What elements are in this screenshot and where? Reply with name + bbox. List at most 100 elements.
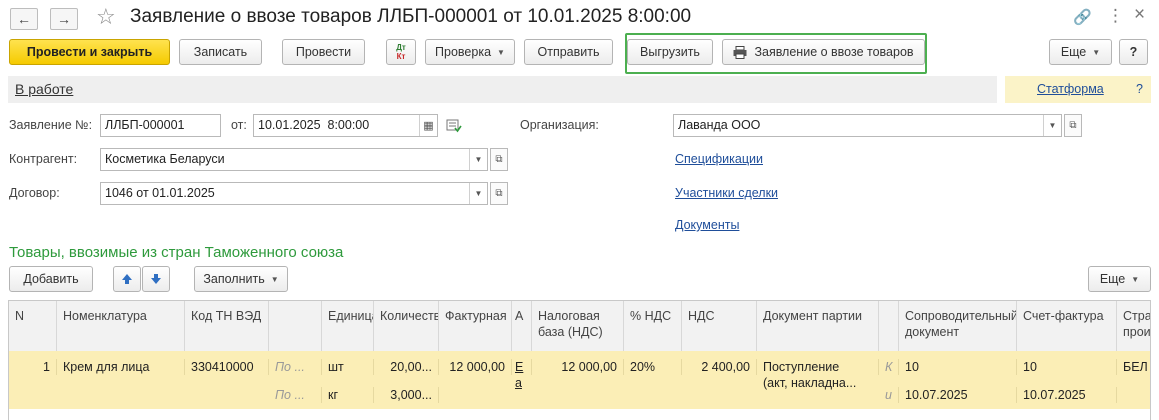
col-header-blank[interactable] (269, 301, 322, 351)
col-header-unit[interactable]: Единица (322, 301, 374, 351)
col-header-tax-base[interactable]: Налоговая база (НДС) (532, 301, 624, 351)
col-header-accomp-doc[interactable]: Сопроводительный документ (899, 301, 1017, 351)
cell-invoice-num[interactable]: 10 (1017, 359, 1117, 375)
move-down-button[interactable] (142, 266, 170, 292)
move-up-button[interactable] (113, 266, 141, 292)
col-header-vat-rate[interactable]: % НДС (624, 301, 682, 351)
cell-a-bottom[interactable]: а (512, 375, 532, 391)
add-row-button[interactable]: Добавить (9, 266, 93, 292)
col-header-nomenclature[interactable]: Номенклатура (57, 301, 185, 351)
cell-tax-base[interactable]: 12 000,00 (532, 359, 624, 375)
more-toolbar-button[interactable]: Еще ▼ (1049, 39, 1112, 65)
arrow-left-icon: ← (17, 11, 31, 27)
menu-dots-icon[interactable]: ⋮ (1107, 6, 1124, 26)
arrow-right-icon: → (57, 11, 71, 27)
printer-icon (733, 45, 747, 59)
col-header-narrow[interactable] (879, 301, 899, 351)
post-button[interactable]: Провести (282, 39, 365, 65)
fill-label: Заполнить (203, 272, 265, 286)
cell-qty-2[interactable]: 3,000... (374, 387, 439, 403)
document-list-icon[interactable] (446, 119, 462, 133)
status-in-work-link[interactable]: В работе (15, 81, 73, 97)
org-value: Лаванда ООО (678, 118, 761, 132)
send-button[interactable]: Отправить (524, 39, 613, 65)
chevron-down-icon[interactable]: ▼ (469, 183, 487, 204)
back-button[interactable]: ← (10, 8, 38, 30)
col-header-invoice[interactable]: Счет-фактура (1017, 301, 1117, 351)
col-header-a[interactable]: А (512, 301, 532, 351)
cell-unit-1[interactable]: шт (322, 359, 374, 375)
participants-link[interactable]: Участники сделки (675, 186, 778, 200)
link-icon[interactable]: 🔗 (1073, 8, 1092, 26)
col-header-code[interactable]: Код ТН ВЭД (185, 301, 269, 351)
dt-kt-button[interactable]: Дт Кт (386, 39, 416, 65)
number-field[interactable]: ЛЛБП-000001 (100, 114, 221, 137)
cell-code[interactable]: 330410000 (185, 359, 269, 375)
dt-label: Дт (396, 43, 406, 52)
cell-country[interactable]: БЕЛ (1117, 359, 1150, 375)
cell-qty-1[interactable]: 20,00... (374, 359, 439, 375)
date-label: от: (231, 118, 247, 132)
org-field[interactable]: Лаванда ООО ▼ (673, 114, 1062, 137)
more-table-label: Еще (1099, 272, 1126, 286)
contract-value: 1046 от 01.01.2025 (105, 186, 215, 200)
contract-field[interactable]: 1046 от 01.01.2025 ▼ (100, 182, 488, 205)
favorite-star-icon[interactable]: ☆ (96, 4, 116, 30)
status-strip (8, 76, 997, 103)
col-header-qty[interactable]: Количество (374, 301, 439, 351)
cell-batch-doc-1[interactable]: Поступление (757, 359, 879, 375)
counterparty-open-icon[interactable]: ⧉ (490, 148, 508, 171)
cell-k-1[interactable]: К (879, 359, 899, 375)
forward-button[interactable]: → (50, 8, 78, 30)
export-button[interactable]: Выгрузить (627, 39, 713, 65)
arrow-up-icon (122, 274, 132, 284)
contract-label: Договор: (9, 186, 60, 200)
col-header-country[interactable]: Страна происхождения (1117, 301, 1150, 351)
documents-link[interactable]: Документы (675, 218, 739, 232)
statforma-help-icon[interactable]: ? (1136, 82, 1143, 96)
calendar-icon[interactable]: ▦ (419, 115, 437, 136)
arrow-down-icon (151, 274, 161, 284)
cell-a-top[interactable]: Е (512, 359, 532, 375)
date-field[interactable]: 10.01.2025 8:00:00 ▦ (253, 114, 438, 137)
cell-accomp-date[interactable]: 10.07.2025 (899, 387, 1017, 403)
contract-open-icon[interactable]: ⧉ (490, 182, 508, 205)
specifications-link[interactable]: Спецификации (675, 152, 763, 166)
help-button[interactable]: ? (1119, 39, 1148, 65)
cell-accomp-num[interactable]: 10 (899, 359, 1017, 375)
cell-nomenclature[interactable]: Крем для лица (57, 359, 185, 375)
chevron-down-icon[interactable]: ▼ (1043, 115, 1061, 136)
cell-n[interactable]: 1 (9, 359, 57, 375)
post-and-close-button[interactable]: Провести и закрыть (9, 39, 170, 65)
caret-down-icon: ▼ (270, 274, 279, 284)
org-label: Организация: (520, 118, 599, 132)
col-header-batch-doc[interactable]: Документ партии (757, 301, 879, 351)
cell-vat[interactable]: 2 400,00 (682, 359, 757, 375)
more-table-button[interactable]: Еще ▼ (1088, 266, 1151, 292)
counterparty-field[interactable]: Косметика Беларуси ▼ (100, 148, 488, 171)
org-open-icon[interactable]: ⧉ (1064, 114, 1082, 137)
cell-k-2[interactable]: и (879, 387, 899, 403)
statforma-link[interactable]: Статформа (1037, 82, 1104, 96)
cell-batch-doc-2[interactable]: (акт, накладна... (757, 375, 879, 391)
print-statement-label: Заявление о ввозе товаров (754, 45, 914, 59)
check-dropdown-button[interactable]: Проверка ▼ (425, 39, 515, 65)
col-header-n[interactable]: N (9, 301, 57, 351)
fill-dropdown-button[interactable]: Заполнить ▼ (194, 266, 288, 292)
cell-invoice-date[interactable]: 10.07.2025 (1017, 387, 1117, 403)
check-label: Проверка (435, 45, 492, 59)
close-icon[interactable]: × (1134, 4, 1145, 26)
print-statement-button[interactable]: Заявление о ввозе товаров (722, 39, 925, 65)
cell-vat-rate[interactable]: 20% (624, 359, 682, 375)
goods-table: N Номенклатура Код ТН ВЭД Единица Количе… (8, 300, 1151, 420)
col-header-invoice-value[interactable]: Фактурная (439, 301, 512, 351)
col-header-vat[interactable]: НДС (682, 301, 757, 351)
chevron-down-icon[interactable]: ▼ (469, 149, 487, 170)
save-button[interactable]: Записать (179, 39, 262, 65)
cell-unit-2[interactable]: кг (322, 387, 374, 403)
cell-po-1[interactable]: По ... (269, 359, 322, 375)
cell-po-2[interactable]: По ... (269, 387, 322, 403)
kt-label: Кт (396, 52, 406, 61)
caret-down-icon: ▼ (1092, 47, 1101, 57)
cell-invoice-value[interactable]: 12 000,00 (439, 359, 512, 375)
